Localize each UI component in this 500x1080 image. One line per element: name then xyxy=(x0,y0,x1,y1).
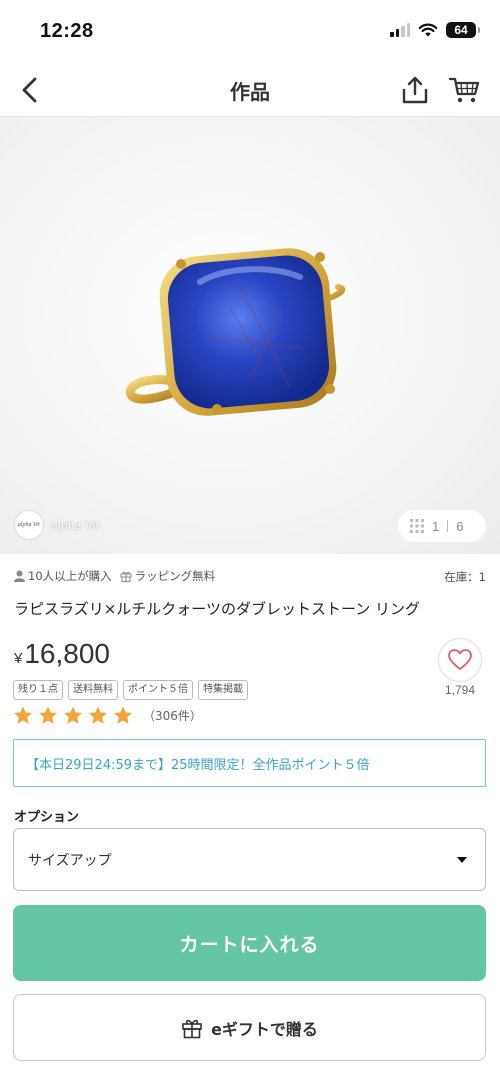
option-selected-value: サイズアップ xyxy=(28,852,112,869)
price-amount: 16,800 xyxy=(24,638,110,669)
caret-down-icon xyxy=(457,857,467,863)
favorite-button[interactable] xyxy=(438,638,482,682)
product-image[interactable] xyxy=(0,117,500,554)
person-icon xyxy=(14,570,25,582)
favorite-count: 1,794 xyxy=(444,683,476,697)
ring-photo xyxy=(125,248,346,416)
share-icon xyxy=(402,76,428,104)
review-count[interactable]: （306件） xyxy=(143,707,202,724)
tag-badge: ポイント５倍 xyxy=(123,680,193,700)
tag-badge: 残り１点 xyxy=(13,680,63,700)
gift-icon xyxy=(182,1019,202,1038)
star-icon xyxy=(39,706,57,724)
status-time: 12:28 xyxy=(40,20,94,42)
option-label: オプション xyxy=(14,810,80,825)
price: ¥ 16,800 xyxy=(14,638,110,670)
shop-name[interactable]: alpha Vir xyxy=(51,519,100,532)
purchased-info: 10人以上が購入 xyxy=(14,568,112,584)
tag-badge[interactable]: 特集掲載 xyxy=(198,680,248,700)
counter-divider xyxy=(447,520,449,532)
egift-button[interactable]: eギフトで贈る xyxy=(13,994,486,1061)
shop-avatar[interactable]: alpha Vir xyxy=(14,510,44,540)
image-counter[interactable]: 1 6 xyxy=(398,510,486,542)
star-icon xyxy=(89,706,107,724)
campaign-banner[interactable]: 【本日29日24:59まで】25時間限定！全作品ポイント５倍 xyxy=(13,739,486,787)
purchased-text: 10人以上が購入 xyxy=(28,569,112,583)
price-currency: ¥ xyxy=(14,650,23,667)
signal-icon xyxy=(390,23,410,37)
status-icons: 64 xyxy=(390,22,480,38)
campaign-text: 【本日29日24:59まで】25時間限定！全作品ポイント５倍 xyxy=(26,757,370,773)
star-icon xyxy=(64,706,82,724)
add-to-cart-label: カートに入れる xyxy=(179,933,320,956)
cart-button-header[interactable] xyxy=(444,70,484,110)
nav-bar: 作品 xyxy=(0,62,500,117)
grid-icon xyxy=(410,519,424,533)
image-current: 1 xyxy=(432,518,440,534)
heart-icon xyxy=(448,649,472,670)
battery-icon: 64 xyxy=(446,22,480,38)
star-icon xyxy=(114,706,132,724)
rating[interactable]: （306件） xyxy=(13,706,202,725)
star-icon xyxy=(14,706,32,724)
option-select[interactable]: サイズアップ xyxy=(13,828,486,891)
gift-icon xyxy=(120,571,132,582)
status-bar: 12:28 64 xyxy=(0,0,500,62)
product-meta: 10人以上が購入 ラッピング無料 在庫：1 xyxy=(14,567,486,585)
egift-label: eギフトで贈る xyxy=(211,1019,318,1039)
cart-icon xyxy=(448,77,480,103)
tag-list: 残り１点 送料無料 ポイント５倍 特集掲載 xyxy=(13,680,248,700)
tag-badge: 送料無料 xyxy=(68,680,118,700)
stock-count: 在庫：1 xyxy=(444,570,486,584)
shop-logo-text: alpha Vir xyxy=(17,522,41,528)
share-button[interactable] xyxy=(395,70,435,110)
add-to-cart-button[interactable]: カートに入れる xyxy=(13,905,486,981)
image-total: 6 xyxy=(456,518,464,534)
product-title: ラピスラズリ×ルチルクォーツのダブレットストーン リング xyxy=(14,600,420,618)
wrapping-text: ラッピング無料 xyxy=(134,569,216,583)
wrapping-info: ラッピング無料 xyxy=(120,568,216,584)
wifi-icon xyxy=(418,23,438,36)
